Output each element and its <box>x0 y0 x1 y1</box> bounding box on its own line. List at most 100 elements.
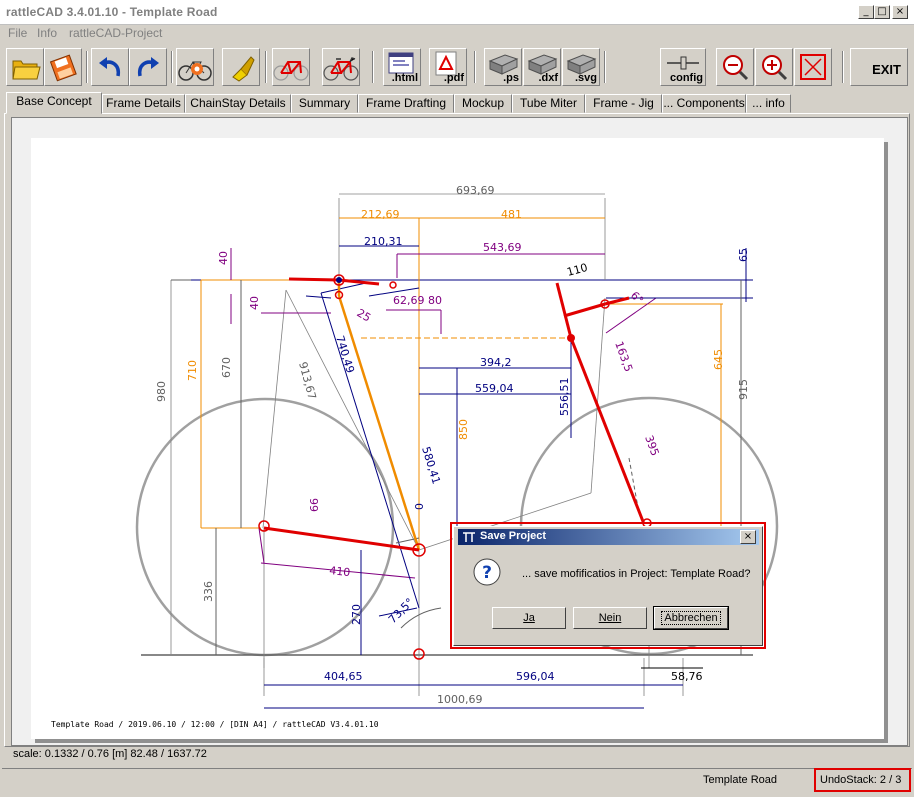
dim-40b: 40 <box>248 296 261 310</box>
dim-212: 212,69 <box>361 208 400 221</box>
save-button[interactable] <box>44 48 82 86</box>
svg-text:?: ? <box>482 563 492 583</box>
export-svg-button[interactable]: .svg <box>562 48 600 86</box>
export-dxf-label: .dxf <box>538 72 558 84</box>
zoom-in-icon <box>762 55 788 81</box>
cancel-button[interactable]: Abbrechen <box>653 606 729 630</box>
tab-bar: Base Concept Frame Details ChainStay Det… <box>4 92 910 114</box>
undo-icon <box>99 57 121 77</box>
red-bike-icon <box>323 57 359 81</box>
tab-info[interactable]: ... info <box>746 94 791 113</box>
tab-summary[interactable]: Summary <box>291 94 358 113</box>
dim-66: 66 <box>308 498 321 512</box>
bike-view-button[interactable] <box>322 48 360 86</box>
yes-button[interactable]: Ja <box>492 607 566 629</box>
menu-bar: File Info rattleCAD-Project <box>0 24 914 42</box>
tab-components[interactable]: ... Components <box>662 94 746 113</box>
saddle-marker <box>336 277 342 283</box>
dialog-close-button[interactable]: × <box>740 530 756 544</box>
orange-dimensions <box>200 217 723 550</box>
zoom-out-icon <box>723 55 749 81</box>
dim-163: 163,5 <box>612 340 635 374</box>
toolbar-separator <box>265 51 267 83</box>
fit-view-button[interactable] <box>794 48 832 86</box>
title-bar: rattleCAD 3.4.01.10 - Template Road _ □ … <box>0 0 914 25</box>
window-title: rattleCAD 3.4.01.10 - Template Road <box>6 5 218 19</box>
tab-frame-details[interactable]: Frame Details <box>102 94 185 113</box>
dim-210: 210,31 <box>364 235 403 248</box>
toolbar-separator <box>171 51 173 83</box>
no-button-label: Nein <box>598 612 622 624</box>
bike-settings-button[interactable] <box>176 48 214 86</box>
dialog-title: Save Project <box>480 530 547 542</box>
zoom-in-button[interactable] <box>755 48 793 86</box>
dim-710: 710 <box>186 360 199 381</box>
seat-tube-orange <box>337 295 421 551</box>
undo-button[interactable] <box>91 48 129 86</box>
menu-file[interactable]: File <box>8 26 27 40</box>
toolbar-separator <box>842 51 844 83</box>
export-html-button[interactable]: .html <box>383 48 421 86</box>
redo-icon <box>137 57 159 77</box>
toolbar-separator <box>86 51 88 83</box>
save-disk-icon <box>49 54 77 82</box>
question-icon: ? <box>473 558 501 586</box>
paint-button[interactable] <box>222 48 260 86</box>
dim-543: 543,69 <box>483 241 522 254</box>
export-pdf-button[interactable]: .pdf <box>429 48 467 86</box>
no-button[interactable]: Nein <box>573 607 647 629</box>
dim-110: 110 <box>565 261 589 279</box>
dim-481: 481 <box>501 208 522 221</box>
dim-580: 580,41 <box>419 445 443 486</box>
dialog-message: ... save mofificatios in Project: Templa… <box>522 568 751 580</box>
tab-frame-drafting[interactable]: Frame Drafting <box>358 94 454 113</box>
frame-view-button[interactable] <box>272 48 310 86</box>
export-dxf-button[interactable]: .dxf <box>523 48 561 86</box>
tab-base-concept[interactable]: Base Concept <box>6 92 102 114</box>
dialog-title-bar[interactable]: Save Project <box>458 529 759 545</box>
tab-tube-miter[interactable]: Tube Miter <box>512 94 585 113</box>
headtube-marker <box>567 334 575 342</box>
toolbar-separator <box>372 51 374 83</box>
close-button[interactable]: × <box>892 5 908 19</box>
bike-settings-icon <box>178 61 212 81</box>
undo-stack-indicator: UndoStack: 2 / 3 <box>814 768 911 792</box>
minimize-button[interactable]: _ <box>858 5 874 19</box>
dim-410: 410 <box>329 564 351 579</box>
dim-980: 980 <box>155 381 168 402</box>
red-frame-icon <box>273 61 309 81</box>
zoom-out-button[interactable] <box>716 48 754 86</box>
dim-270: 270 <box>350 604 363 625</box>
open-folder-icon <box>12 60 41 80</box>
export-pdf-label: .pdf <box>443 72 464 84</box>
fit-view-icon <box>800 54 826 80</box>
dim-559: 559,04 <box>475 382 514 395</box>
dim-58: 58,76 <box>671 670 703 683</box>
tab-frame-jig[interactable]: Frame - Jig <box>585 94 662 113</box>
exit-button[interactable]: EXIT <box>850 48 908 86</box>
menu-project[interactable]: rattleCAD-Project <box>69 26 162 40</box>
toolbar-separator <box>604 51 606 83</box>
tab-mockup[interactable]: Mockup <box>454 94 512 113</box>
maximize-button[interactable]: □ <box>874 5 890 19</box>
redo-button[interactable] <box>129 48 167 86</box>
dim-336: 336 <box>202 581 215 602</box>
dim-735: 73,5° <box>386 596 416 626</box>
dim-556: 556,51 <box>558 378 571 417</box>
dim-850: 850 <box>457 419 470 440</box>
dim-80: 80 <box>428 294 442 307</box>
config-button[interactable]: config <box>660 48 706 86</box>
open-button[interactable] <box>6 48 44 86</box>
dim-404: 404,65 <box>324 670 363 683</box>
cancel-button-label: Abbrechen <box>661 611 721 625</box>
dim-596: 596,04 <box>516 670 555 683</box>
dim-0: 0 <box>413 503 426 510</box>
export-ps-button[interactable]: .ps <box>484 48 522 86</box>
tab-chainstay-details[interactable]: ChainStay Details <box>185 94 291 113</box>
dim-1000: 1000,69 <box>437 693 483 706</box>
exit-label: EXIT <box>872 62 901 77</box>
dim-913: 913,67 <box>296 360 319 401</box>
paint-brush-icon <box>232 56 255 82</box>
dim-65: 65 <box>737 248 750 262</box>
menu-info[interactable]: Info <box>37 26 57 40</box>
